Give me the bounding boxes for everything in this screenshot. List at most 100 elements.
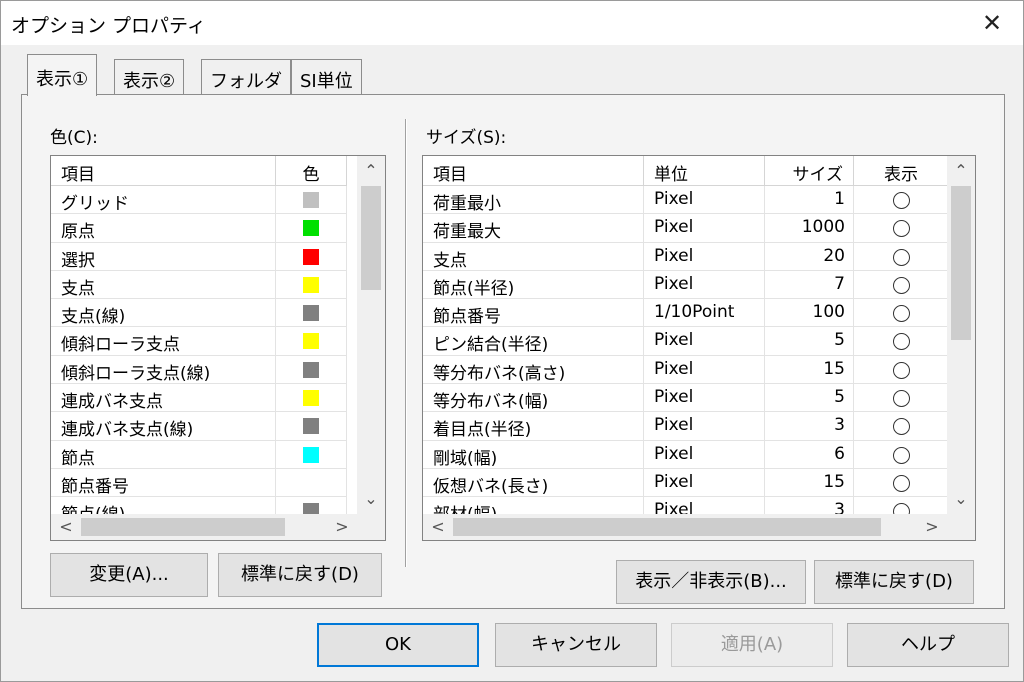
scroll-thumb[interactable] (951, 186, 971, 340)
size-cell: 20 (765, 242, 854, 271)
column-header-size[interactable]: サイズ (765, 156, 854, 186)
column-header-display[interactable]: 表示 (854, 156, 949, 186)
size-list-hscroll[interactable]: < > (423, 514, 947, 540)
help-button[interactable]: ヘルプ (847, 623, 1009, 667)
scroll-right-icon[interactable]: > (919, 514, 945, 540)
size-list[interactable]: 項目 単位 サイズ 表示 荷重最小 Pixel 1 荷重最大 Pixel 1000 支点 Pi… (422, 155, 976, 541)
scroll-thumb[interactable] (453, 518, 881, 536)
table-row[interactable]: 等分布バネ(高さ) Pixel 15 (423, 355, 949, 385)
tab-display-2[interactable]: 表示② (114, 59, 185, 95)
unit-cell: Pixel (644, 270, 765, 299)
scroll-thumb[interactable] (361, 186, 381, 290)
table-row[interactable]: 傾斜ローラ支点(線) (51, 355, 347, 385)
display-cell[interactable] (854, 440, 949, 469)
item-name: ピン結合(半径) (423, 327, 644, 356)
display-cell[interactable] (854, 186, 949, 214)
display-radio-icon[interactable] (892, 333, 910, 351)
item-name: 仮想バネ(長さ) (423, 468, 644, 497)
table-row[interactable]: ピン結合(半径) Pixel 5 (423, 327, 949, 356)
display-radio-icon[interactable] (892, 474, 910, 492)
change-color-button[interactable]: 変更(A)... (50, 553, 208, 597)
color-swatch (303, 390, 319, 407)
ok-button[interactable]: OK (317, 623, 479, 667)
color-list-header: 項目 色 (51, 156, 347, 186)
table-row[interactable]: 節点 (51, 440, 347, 469)
display-cell[interactable] (854, 327, 949, 356)
size-cell: 1 (765, 186, 854, 214)
table-row[interactable]: 支点(線) (51, 299, 347, 328)
item-name: 剛域(幅) (423, 440, 644, 469)
size-list-vscroll[interactable]: ⌃ ⌄ (947, 156, 975, 514)
reset-color-button[interactable]: 標準に戻す(D) (218, 553, 382, 597)
display-cell[interactable] (854, 412, 949, 441)
scroll-up-icon[interactable]: ⌃ (947, 158, 975, 184)
display-cell[interactable] (854, 384, 949, 413)
table-row[interactable]: 節点(半径) Pixel 7 (423, 270, 949, 300)
column-header-color[interactable]: 色 (276, 156, 347, 186)
display-radio-icon[interactable] (892, 276, 910, 294)
display-radio-icon[interactable] (892, 390, 910, 408)
table-row[interactable]: 傾斜ローラ支点 (51, 327, 347, 356)
color-list[interactable]: 項目 色 グリッド 原点 選択 支点 支点(線) 傾斜ローラ支点 傾斜ローラ支点(線) 連成バ… (50, 155, 386, 541)
display-radio-icon[interactable] (892, 192, 910, 209)
color-cell (276, 468, 347, 497)
table-row[interactable]: 剛域(幅) Pixel 6 (423, 440, 949, 469)
scroll-left-icon[interactable]: < (53, 514, 79, 540)
table-row[interactable]: 連成バネ支点 (51, 384, 347, 413)
display-cell[interactable] (854, 214, 949, 243)
options-dialog: オプション プロパティ ✕ 表示① 表示② フォルダ SI単位 色(C): 項目… (0, 0, 1024, 682)
display-cell[interactable] (854, 468, 949, 497)
tab-folder[interactable]: フォルダ (201, 59, 291, 95)
unit-cell: Pixel (644, 242, 765, 271)
display-cell[interactable] (854, 355, 949, 384)
toggle-display-button[interactable]: 表示／非表示(B)... (616, 560, 806, 604)
item-name: 荷重最大 (423, 214, 644, 243)
scroll-up-icon[interactable]: ⌃ (357, 158, 385, 184)
column-header-item[interactable]: 項目 (423, 156, 644, 186)
tab-si-units[interactable]: SI単位 (291, 59, 362, 95)
reset-size-button[interactable]: 標準に戻す(D) (814, 560, 974, 604)
display-radio-icon[interactable] (892, 220, 910, 238)
color-list-hscroll[interactable]: < > (51, 514, 357, 540)
table-row[interactable]: 支点 Pixel 20 (423, 242, 949, 271)
size-cell: 7 (765, 270, 854, 299)
scroll-left-icon[interactable]: < (425, 514, 451, 540)
cancel-button[interactable]: キャンセル (495, 623, 657, 667)
display-radio-icon[interactable] (892, 361, 910, 379)
table-row[interactable]: 選択 (51, 242, 347, 271)
scroll-down-icon[interactable]: ⌄ (357, 486, 385, 512)
apply-button[interactable]: 適用(A) (671, 623, 833, 667)
display-radio-icon[interactable] (892, 305, 910, 323)
display-cell[interactable] (854, 299, 949, 328)
color-swatch (303, 248, 319, 265)
table-row[interactable]: 連成バネ支点(線) (51, 412, 347, 441)
unit-cell: Pixel (644, 327, 765, 356)
color-list-vscroll[interactable]: ⌃ ⌄ (357, 156, 385, 514)
close-icon[interactable]: ✕ (969, 5, 1015, 41)
item-name: 節点番号 (51, 468, 276, 497)
column-header-item[interactable]: 項目 (51, 156, 276, 186)
scroll-right-icon[interactable]: > (329, 514, 355, 540)
table-row[interactable]: 仮想バネ(長さ) Pixel 15 (423, 468, 949, 498)
tab-display-1[interactable]: 表示① (27, 54, 98, 96)
table-row[interactable]: グリッド (51, 186, 347, 215)
display-radio-icon[interactable] (892, 418, 910, 436)
table-row[interactable]: 支点 (51, 270, 347, 300)
column-header-unit[interactable]: 単位 (644, 156, 765, 186)
display-radio-icon[interactable] (892, 248, 910, 266)
display-radio-icon[interactable] (892, 446, 910, 464)
table-row[interactable]: 節点番号 1/10Point 100 (423, 299, 949, 328)
table-row[interactable]: 原点 (51, 214, 347, 243)
color-swatch (303, 305, 319, 322)
color-cell (276, 186, 347, 214)
group-separator (405, 119, 407, 567)
table-row[interactable]: 等分布バネ(幅) Pixel 5 (423, 384, 949, 413)
table-row[interactable]: 荷重最小 Pixel 1 (423, 186, 949, 215)
display-cell[interactable] (854, 270, 949, 299)
table-row[interactable]: 節点番号 (51, 468, 347, 498)
table-row[interactable]: 荷重最大 Pixel 1000 (423, 214, 949, 243)
table-row[interactable]: 着目点(半径) Pixel 3 (423, 412, 949, 441)
scroll-thumb[interactable] (81, 518, 285, 536)
scroll-down-icon[interactable]: ⌄ (947, 486, 975, 512)
display-cell[interactable] (854, 242, 949, 271)
